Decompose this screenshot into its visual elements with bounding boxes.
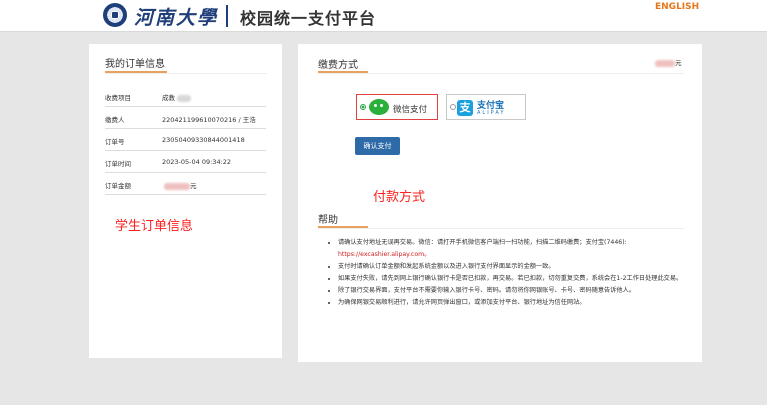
wechat-pay-option[interactable]: 微信支付: [356, 94, 438, 120]
payment-method-annotation: 付款方式: [373, 190, 426, 205]
header-divider: [226, 5, 228, 27]
university-logo-text: 河南大學: [134, 7, 219, 29]
payment-method-divider: [318, 73, 684, 74]
help-item: 请确认支付地址无误再交易。微信：请打开手机微信客户端扫一扫功能，扫描二维码缴费；…: [338, 237, 698, 261]
order-row-label: 缴费人: [105, 116, 125, 124]
wechat-pay-radio[interactable]: [360, 104, 366, 110]
alipay-option[interactable]: 支 支付宝 ALIPAY: [446, 94, 526, 120]
platform-title: 校园统一支付平台: [240, 9, 377, 28]
confirm-payment-button[interactable]: 确认支付: [355, 137, 400, 155]
order-row-value: 成教: [162, 92, 191, 102]
order-row-order-time: 订单时间 2023-05-04 09:34:22: [105, 150, 266, 173]
order-row-order-number: 订单号 23050409330844001418: [105, 128, 266, 151]
order-row-value: 23050409330844001418: [162, 136, 245, 144]
order-row-order-amount: 订单金额 元: [105, 172, 266, 195]
order-row-value: 元: [162, 180, 197, 190]
alipay-cashier-link[interactable]: https://excashier.alipay.com。: [338, 251, 430, 258]
order-info-divider: [105, 73, 267, 74]
help-item: 如果支付失败，请先到网上银行确认银行卡是否已扣款，再交易。若已扣款，切勿重复交费…: [338, 273, 698, 285]
help-title: 帮助: [318, 215, 338, 226]
english-language-link[interactable]: ENGLISH: [655, 2, 699, 12]
alipay-icon: 支: [457, 100, 473, 116]
order-row-label: 订单金额: [105, 182, 131, 190]
payment-amount: 元: [653, 57, 682, 67]
top-header: 河南大學 校园统一支付平台 ENGLISH: [0, 0, 767, 32]
redacted-amount: [655, 59, 675, 67]
redacted-amount: [164, 182, 190, 190]
order-row-label: 收费项目: [105, 94, 131, 102]
order-info-title: 我的订单信息: [105, 59, 165, 70]
payment-method-title: 缴费方式: [318, 60, 358, 71]
order-row-label: 订单号: [105, 138, 125, 146]
payment-panel: 缴费方式 元 微信支付 支 支付宝 ALIPAY 确认支付 帮助 请确认支付地址…: [298, 44, 702, 362]
help-item: 为确保网银交易顺利进行，请允许网页弹出窗口，或添加支付平台、银行地址为信任网站。: [338, 297, 698, 309]
alipay-sublabel: ALIPAY: [477, 110, 506, 116]
help-item: 除了银行交易界面，支付平台不需要你输入银行卡号、密码。请勿将你网银账号、卡号、密…: [338, 285, 698, 297]
university-emblem-icon: [103, 3, 127, 27]
wechat-icon: [369, 99, 389, 115]
redacted-text: [177, 94, 191, 102]
order-info-panel: 我的订单信息 收费项目 成教 缴费人 220421199610070216 / …: [89, 44, 282, 358]
help-list: 请确认支付地址无误再交易。微信：请打开手机微信客户端扫一扫功能，扫描二维码缴费；…: [330, 237, 698, 309]
order-row-payer: 缴费人 220421199610070216 / 王浩: [105, 106, 266, 129]
order-row-value: 2023-05-04 09:34:22: [162, 158, 232, 166]
wechat-pay-label: 微信支付: [393, 105, 428, 115]
help-item: 支付时请确认订单金额和发起系统金额以及进入银行支付界面显示的金额一致。: [338, 261, 698, 273]
order-row-fee-item: 收费项目 成教: [105, 84, 266, 107]
help-divider: [318, 228, 684, 229]
order-row-label: 订单时间: [105, 160, 131, 168]
student-order-info-annotation: 学生订单信息: [115, 219, 194, 234]
alipay-radio[interactable]: [450, 104, 456, 110]
order-row-value: 220421199610070216 / 王浩: [162, 116, 256, 124]
